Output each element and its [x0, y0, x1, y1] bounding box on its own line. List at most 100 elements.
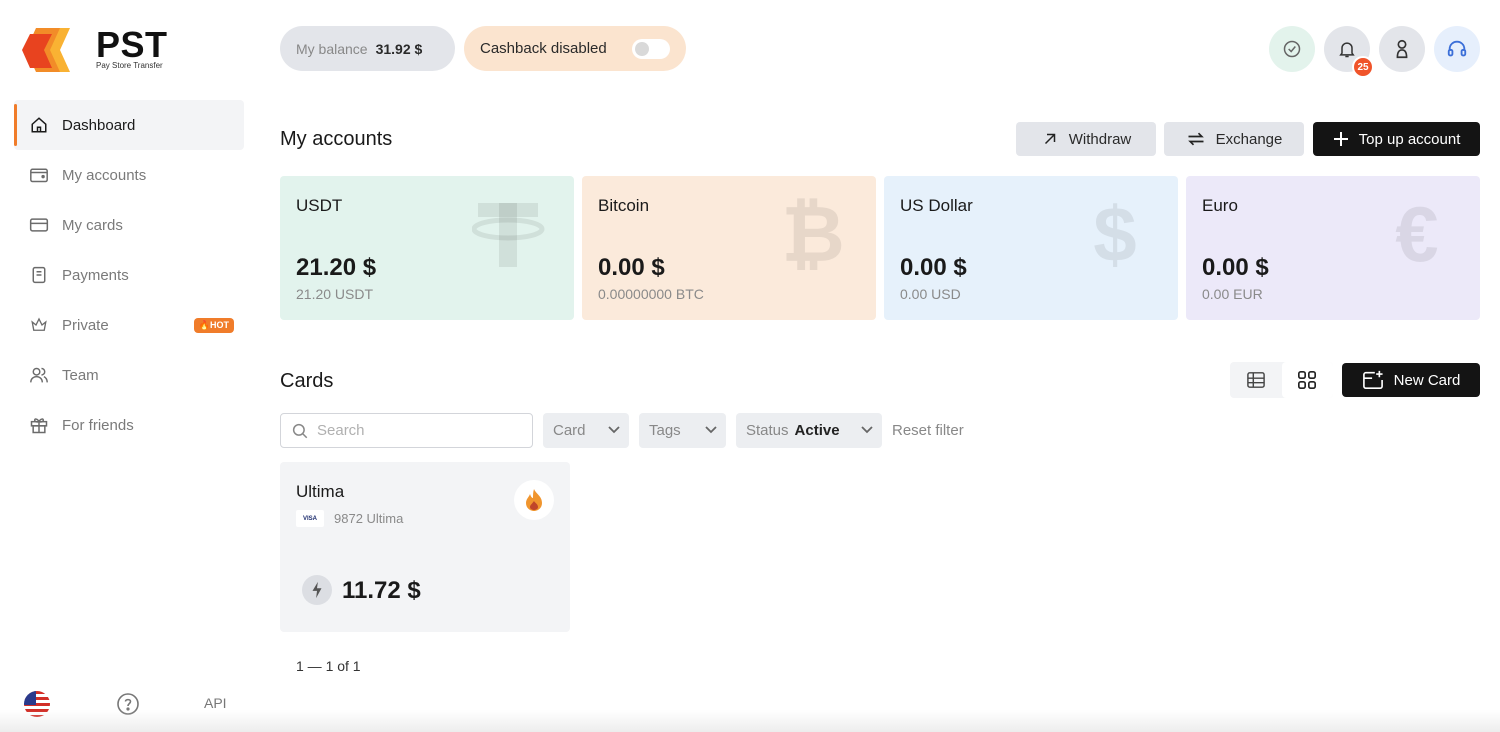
wallet-icon: [28, 164, 50, 186]
chevron-down-icon: [861, 426, 873, 434]
team-icon: [28, 364, 50, 386]
account-name: USDT: [296, 196, 343, 215]
list-view-button[interactable]: [1230, 362, 1282, 398]
account-amount: 21.20 $: [296, 254, 377, 281]
search-input[interactable]: [317, 422, 517, 439]
withdraw-button[interactable]: Withdraw: [1016, 122, 1156, 156]
receipt-icon: [28, 264, 50, 286]
api-link[interactable]: API: [204, 695, 227, 711]
sidebar-item-label: Private: [62, 316, 109, 334]
crown-icon: [28, 314, 50, 336]
sidebar-item-payments[interactable]: Payments: [14, 250, 244, 300]
sidebar-item-my-accounts[interactable]: My accounts: [14, 150, 244, 200]
sidebar-item-for-friends[interactable]: For friends: [14, 400, 244, 450]
lightning-icon: [302, 575, 332, 605]
hot-badge: 🔥HOT: [193, 318, 234, 333]
account-amount: 0.00 $: [1202, 254, 1269, 281]
visa-logo: VISA: [296, 510, 324, 527]
account-sub-amount: 0.00000000 BTC: [598, 286, 704, 302]
bitcoin-icon: ₿: [781, 190, 845, 278]
sidebar-item-dashboard[interactable]: Dashboard: [14, 100, 244, 150]
top-icons: 25: [1269, 26, 1480, 78]
account-card-us-dollar[interactable]: US Dollar $ 0.00 $ 0.00 USD: [884, 176, 1178, 320]
balance-value: 31.92 $: [375, 40, 423, 57]
exchange-button[interactable]: Exchange: [1164, 122, 1304, 156]
verified-button[interactable]: [1269, 26, 1315, 72]
account-card-usdt[interactable]: USDT 21.20 $ 21.20 USDT: [280, 176, 574, 320]
headset-icon: [1447, 40, 1467, 57]
account-card-bitcoin[interactable]: Bitcoin ₿ 0.00 $ 0.00000000 BTC: [582, 176, 876, 320]
bell-icon: [1339, 42, 1355, 58]
dollar-icon: $: [1093, 190, 1137, 278]
card-tile-ultima[interactable]: Ultima VISA 9872 Ultima 11.72 $: [280, 462, 570, 632]
switch-knob: [635, 42, 649, 56]
cashback-toggle[interactable]: Cashback disabled: [464, 26, 686, 71]
profile-button[interactable]: [1379, 26, 1425, 72]
reset-filter-button[interactable]: Reset filter: [892, 422, 964, 439]
us-flag-icon[interactable]: [24, 691, 50, 717]
search-field[interactable]: [280, 413, 533, 448]
sidebar-item-label: Payments: [62, 266, 129, 284]
sidebar-item-label: My cards: [62, 216, 123, 234]
exchange-label: Exchange: [1215, 130, 1283, 148]
account-name: Euro: [1202, 196, 1238, 215]
sidebar-item-label: Dashboard: [62, 116, 136, 134]
card-filter-label: Card: [553, 422, 586, 439]
account-name: Bitcoin: [598, 196, 650, 215]
balance-pill[interactable]: My balance 31.92 $: [280, 26, 455, 71]
support-button[interactable]: [1434, 26, 1480, 72]
card-filter-dropdown[interactable]: Card: [543, 413, 629, 448]
gift-icon: [28, 414, 50, 436]
status-filter-value: Active: [794, 422, 840, 439]
brand-logo[interactable]: PST Pay Store Transfer: [22, 24, 192, 76]
notifications-badge: 25: [1352, 56, 1374, 78]
top-up-button[interactable]: Top up account: [1313, 122, 1480, 156]
sidebar-item-my-cards[interactable]: My cards: [14, 200, 244, 250]
tags-filter-dropdown[interactable]: Tags: [639, 413, 726, 448]
home-icon: [28, 114, 50, 136]
sidebar-item-team[interactable]: Team: [14, 350, 244, 400]
tether-icon: [472, 194, 550, 274]
cashback-switch[interactable]: [632, 39, 670, 59]
chevron-down-icon: [705, 426, 717, 434]
logo-mark-icon: [22, 28, 70, 72]
account-amount: 0.00 $: [900, 254, 967, 281]
tags-filter-label: Tags: [649, 422, 681, 439]
new-card-label: New Card: [1393, 371, 1461, 389]
table-icon: [1246, 372, 1265, 388]
withdraw-label: Withdraw: [1068, 130, 1132, 148]
plus-icon: [1333, 132, 1348, 146]
account-sub-amount: 0.00 USD: [900, 286, 961, 302]
sidebar: PST Pay Store Transfer Dashboard My acco…: [0, 0, 255, 732]
account-sub-amount: 0.00 EUR: [1202, 286, 1263, 302]
brand-name: PST: [96, 24, 168, 65]
check-circle-icon: [1283, 40, 1301, 58]
arrow-up-right-icon: [1044, 133, 1055, 145]
accounts-title: My accounts: [280, 128, 393, 150]
status-filter-dropdown[interactable]: Status Active: [736, 413, 882, 448]
euro-icon: €: [1395, 190, 1439, 278]
notifications-button[interactable]: 25: [1324, 26, 1374, 78]
account-sub-amount: 21.20 USDT: [296, 286, 374, 302]
balance-label: My balance: [296, 40, 368, 57]
sidebar-item-label: My accounts: [62, 166, 147, 184]
sidebar-footer: API: [24, 690, 239, 718]
grid-view-button[interactable]: [1281, 362, 1333, 398]
user-icon: [1396, 39, 1408, 59]
sidebar-item-private[interactable]: Private 🔥HOT: [14, 300, 244, 350]
card-icon: [28, 214, 50, 236]
view-toggle: [1230, 362, 1333, 398]
card-number: 9872 Ultima: [334, 511, 404, 526]
add-card-icon: [1362, 370, 1383, 389]
cashback-label: Cashback disabled: [480, 40, 607, 57]
cards-title: Cards: [280, 370, 334, 392]
brand-tagline: Pay Store Transfer: [96, 61, 163, 70]
help-icon[interactable]: [116, 692, 140, 716]
sidebar-nav: Dashboard My accounts My cards Payments …: [14, 100, 244, 450]
account-card-euro[interactable]: Euro € 0.00 $ 0.00 EUR: [1186, 176, 1480, 320]
status-filter-label: Status: [746, 422, 789, 439]
grid-icon: [1298, 371, 1317, 389]
chevron-down-icon: [608, 426, 620, 434]
new-card-button[interactable]: New Card: [1342, 363, 1480, 397]
exchange-icon: [1187, 132, 1204, 146]
